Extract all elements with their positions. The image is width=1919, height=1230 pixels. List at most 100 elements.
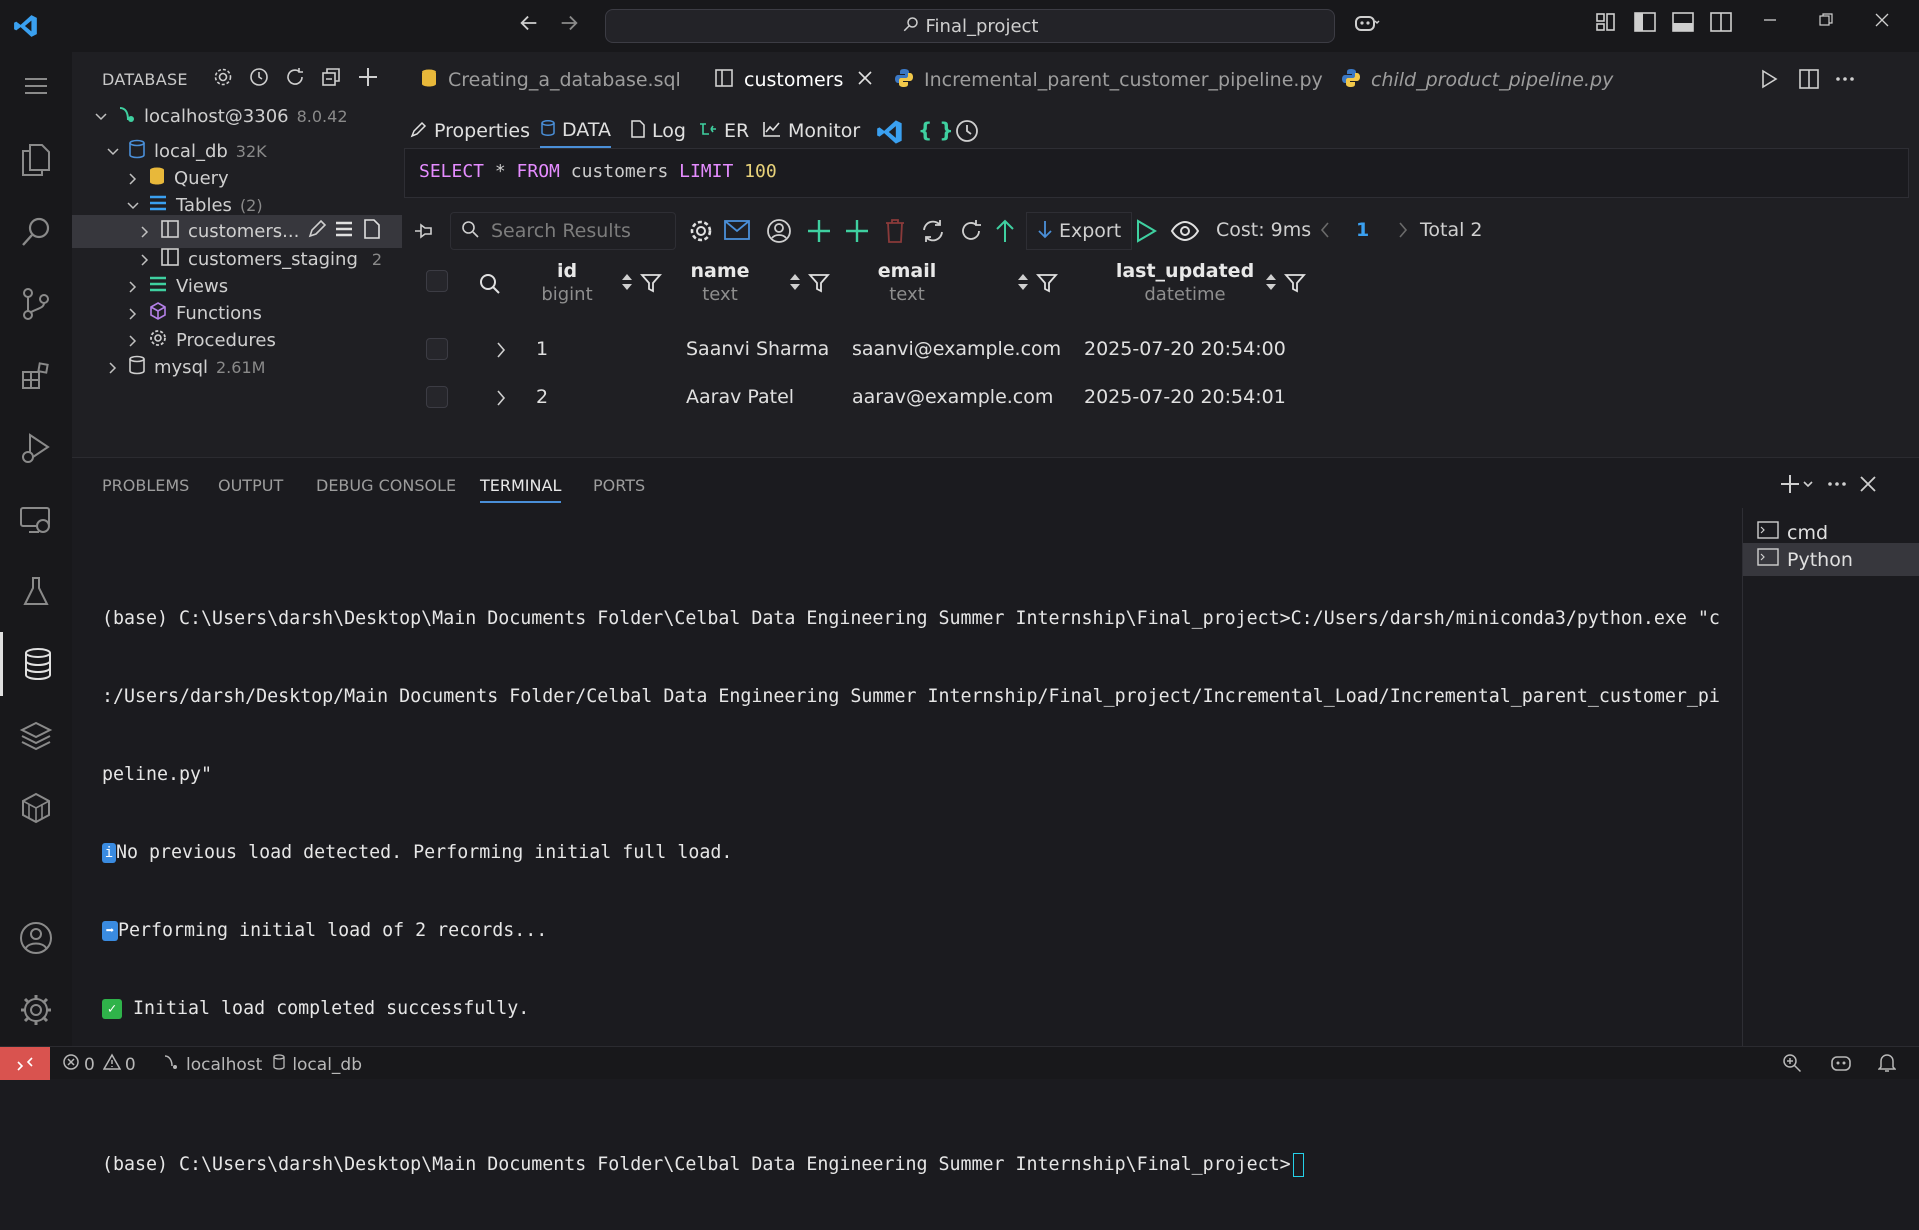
collapse-all-icon[interactable] <box>320 66 342 88</box>
mail-icon[interactable] <box>724 220 750 240</box>
cell-email[interactable]: saanvi@example.com <box>852 338 1061 360</box>
er-tab[interactable]: ER <box>698 114 749 148</box>
remote-explorer-icon[interactable] <box>0 488 72 552</box>
cell-name[interactable]: Saanvi Sharma <box>686 338 829 360</box>
tree-connection[interactable]: localhost@3306 8.0.42 <box>72 100 402 133</box>
properties-tab[interactable]: Properties <box>410 114 530 148</box>
layers-icon[interactable] <box>0 704 72 768</box>
toggle-secondary-sidebar-icon[interactable] <box>1710 12 1740 40</box>
package-icon[interactable] <box>0 776 72 840</box>
column-header-last-updated[interactable]: last_updated datetime <box>1090 260 1280 305</box>
table-row[interactable]: 1 Saanvi Sharma saanvi@example.com 2025-… <box>402 338 1502 378</box>
more-actions-icon[interactable] <box>1834 68 1856 90</box>
new-terminal-icon[interactable] <box>1780 474 1814 494</box>
cell-id[interactable]: 1 <box>536 338 548 360</box>
refresh-icon[interactable] <box>958 218 984 244</box>
tab-incremental-parent-pipeline[interactable]: Incremental_parent_customer_pipeline.py <box>894 52 1323 108</box>
chevron-right-icon[interactable] <box>494 340 508 360</box>
tab-ports[interactable]: PORTS <box>593 476 645 495</box>
vscode-icon[interactable] <box>876 118 904 146</box>
history-icon[interactable] <box>954 118 980 144</box>
tab-customers[interactable]: customers <box>714 52 873 108</box>
tab-output[interactable]: OUTPUT <box>218 476 283 495</box>
cell-id[interactable]: 2 <box>536 386 548 408</box>
split-editor-icon[interactable] <box>1798 68 1820 90</box>
sync-icon[interactable] <box>920 218 946 244</box>
close-tab-icon[interactable] <box>857 69 873 91</box>
tab-problems[interactable]: PROBLEMS <box>102 476 189 495</box>
add-icon[interactable] <box>844 218 870 244</box>
chevron-left-icon[interactable] <box>1318 220 1332 240</box>
tab-creating-database-sql[interactable]: Creating_a_database.sql <box>420 52 681 108</box>
list-icon[interactable] <box>335 220 353 243</box>
column-header-name[interactable]: name text <box>650 260 790 305</box>
cell-email[interactable]: aarav@example.com <box>852 386 1053 408</box>
close-panel-icon[interactable] <box>1858 474 1878 494</box>
sql-query-input[interactable]: SELECT * FROM customers LIMIT 100 <box>404 148 1909 198</box>
command-center-search[interactable]: Final_project <box>605 9 1335 43</box>
filter-icon[interactable] <box>808 272 830 294</box>
eye-icon[interactable] <box>1170 218 1200 244</box>
json-braces-icon[interactable]: { } <box>918 118 953 142</box>
add-connection-icon[interactable] <box>356 65 380 89</box>
sort-icon[interactable] <box>1016 270 1030 294</box>
execute-play-icon[interactable] <box>1134 218 1158 244</box>
connection-status[interactable]: localhost local_db <box>162 1053 362 1076</box>
terminal-item-python[interactable]: Python <box>1743 543 1919 576</box>
forward-arrow-icon[interactable] <box>558 12 588 40</box>
customize-layout-icon[interactable] <box>1596 12 1626 40</box>
tab-debug-console[interactable]: DEBUG CONSOLE <box>316 476 456 495</box>
monitor-tab[interactable]: Monitor <box>762 114 860 148</box>
sort-icon[interactable] <box>620 270 634 294</box>
tab-child-product-pipeline[interactable]: child_product_pipeline.py <box>1341 52 1613 108</box>
copilot-status-icon[interactable] <box>1830 1053 1852 1073</box>
user-circle-icon[interactable] <box>766 218 792 244</box>
data-tab[interactable]: DATA <box>540 114 611 148</box>
column-header-email[interactable]: email text <box>832 260 982 305</box>
log-tab[interactable]: Log <box>630 114 686 148</box>
chevron-right-icon[interactable] <box>494 388 508 408</box>
more-actions-icon[interactable] <box>1826 474 1848 494</box>
tab-terminal[interactable]: TERMINAL <box>480 476 562 503</box>
chevron-right-icon[interactable] <box>1396 220 1410 240</box>
menu-icon[interactable] <box>0 54 72 118</box>
add-row-icon[interactable] <box>806 218 832 244</box>
edit-pencil-icon[interactable] <box>307 219 327 244</box>
database-icon[interactable] <box>0 632 72 696</box>
row-checkbox[interactable] <box>426 386 448 408</box>
sort-icon[interactable] <box>788 270 802 294</box>
minimize-icon[interactable] <box>1762 12 1792 40</box>
search-icon[interactable] <box>478 272 502 296</box>
cell-last-updated[interactable]: 2025-07-20 20:54:00 <box>1084 338 1286 360</box>
export-button[interactable]: Export <box>1026 212 1133 250</box>
table-row[interactable]: 2 Aarav Patel aarav@example.com 2025-07-… <box>402 386 1502 426</box>
terminal-output[interactable]: (base) C:\Users\darsh\Desktop\Main Docum… <box>102 554 1742 1230</box>
new-file-icon[interactable] <box>363 219 381 244</box>
zoom-icon[interactable] <box>1782 1053 1802 1073</box>
refresh-icon[interactable] <box>284 66 306 88</box>
source-control-icon[interactable] <box>0 272 72 336</box>
close-window-icon[interactable] <box>1874 12 1904 40</box>
settings-icon[interactable] <box>212 66 234 88</box>
toggle-sidebar-icon[interactable] <box>1634 12 1664 40</box>
history-icon[interactable] <box>248 66 270 88</box>
delete-trash-icon[interactable] <box>884 218 906 244</box>
restore-icon[interactable] <box>1818 12 1848 40</box>
run-debug-icon[interactable] <box>0 416 72 480</box>
testing-icon[interactable] <box>0 560 72 624</box>
cell-last-updated[interactable]: 2025-07-20 20:54:01 <box>1084 386 1286 408</box>
explorer-icon[interactable] <box>0 128 72 192</box>
search-results-input[interactable]: Search Results <box>450 212 676 250</box>
run-icon[interactable] <box>1758 68 1780 90</box>
select-all-checkbox[interactable] <box>426 270 448 292</box>
settings-gear-icon[interactable] <box>688 218 714 244</box>
copilot-icon[interactable] <box>1354 12 1398 40</box>
toggle-panel-icon[interactable] <box>1672 12 1702 40</box>
back-arrow-icon[interactable] <box>518 12 548 40</box>
cell-name[interactable]: Aarav Patel <box>686 386 794 408</box>
notifications-bell-icon[interactable] <box>1878 1053 1896 1073</box>
arrow-up-icon[interactable] <box>994 218 1016 244</box>
settings-gear-icon[interactable] <box>0 978 72 1042</box>
extensions-icon[interactable] <box>0 344 72 408</box>
problems-status[interactable]: 0 0 <box>62 1053 136 1076</box>
